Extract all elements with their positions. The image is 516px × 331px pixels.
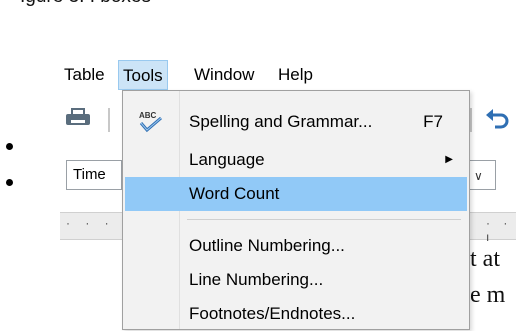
menu-tools-label: Tools: [123, 66, 163, 85]
bullet-point: [6, 143, 13, 150]
svg-text:ABC: ABC: [139, 111, 157, 120]
menu-item-line-numbering[interactable]: Line Numbering...: [125, 263, 467, 297]
menu-item-label: Word Count: [189, 184, 280, 203]
toolbar-separator: [108, 108, 110, 132]
menu-item-label: Language: [189, 150, 265, 169]
toolbar-separator: [470, 108, 472, 132]
menu-item-outline-numbering[interactable]: Outline Numbering...: [125, 229, 467, 263]
undo-icon[interactable]: [484, 106, 510, 132]
menu-window-label: Window: [194, 65, 255, 84]
menu-help-label: Help: [278, 65, 313, 84]
font-name-input[interactable]: Time: [66, 160, 122, 190]
menu-item-label: Footnotes/Endnotes...: [189, 304, 356, 323]
font-size-dropdown[interactable]: ∨: [466, 160, 496, 190]
menu-help[interactable]: Help: [274, 60, 317, 90]
print-icon[interactable]: [66, 108, 90, 128]
page-top-text: Igure 3. I boxes: [20, 0, 151, 8]
ruler: · · ı: [466, 212, 516, 244]
menu-item-word-count[interactable]: Word Count: [125, 177, 467, 211]
tools-menu: ABC Spelling and Grammar... F7 Language …: [122, 90, 470, 330]
document-text: t at: [470, 246, 500, 272]
menu-table-label: Table: [64, 65, 105, 84]
menu-item-label: Outline Numbering...: [189, 236, 345, 255]
menu-item-label: Line Numbering...: [189, 270, 324, 289]
submenu-arrow-icon: ▶: [445, 154, 453, 165]
menu-item-shortcut: F7: [423, 112, 443, 131]
ruler: · · ·: [60, 212, 122, 240]
menu-window[interactable]: Window: [190, 60, 258, 90]
menu-item-footnotes-endnotes[interactable]: Footnotes/Endnotes...: [125, 297, 467, 331]
menu-item-language[interactable]: Language ▶: [125, 143, 467, 177]
bullet-point: [6, 179, 13, 186]
menu-table[interactable]: Table: [60, 60, 109, 90]
menu-item-label: Spelling and Grammar...: [189, 112, 373, 131]
document-text: e m: [470, 282, 506, 308]
chevron-down-icon: ∨: [474, 169, 483, 183]
menu-separator: [187, 219, 461, 220]
spellcheck-icon: ABC: [139, 111, 162, 133]
menu-item-spelling-grammar[interactable]: ABC Spelling and Grammar... F7: [125, 105, 467, 139]
menu-tools[interactable]: Tools: [118, 60, 168, 90]
menubar: Table Tools Window Help: [60, 60, 500, 90]
